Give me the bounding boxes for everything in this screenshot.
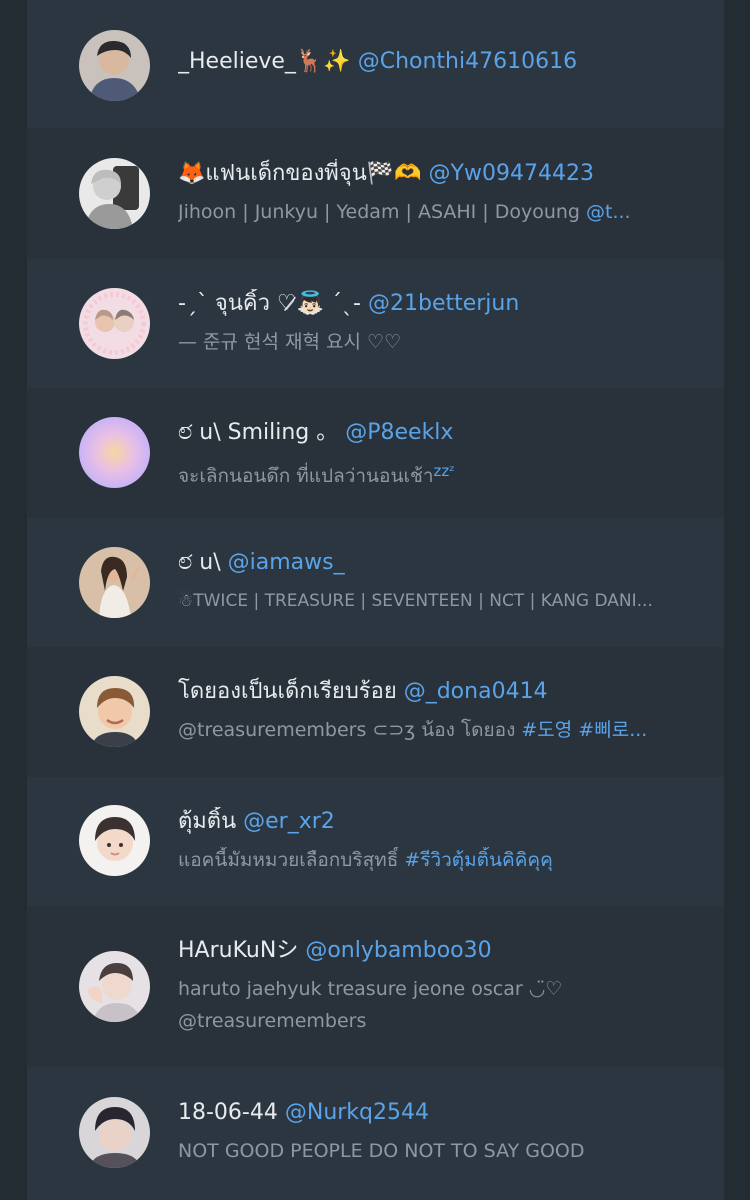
account-text: 18-06-44 @Nurkq2544 NOT GOOD PEOPLE DO N… <box>178 1098 678 1164</box>
account-text: HAruKuNシ @onlybamboo30 haruto jaehyuk tr… <box>178 936 678 1034</box>
bio-text: — 준규 현석 재혁 요시 ♡♡ <box>178 329 678 355</box>
account-row-8[interactable]: HAruKuNシ @onlybamboo30 haruto jaehyuk tr… <box>27 906 724 1067</box>
account-text: ಲ᷄ u\ Smiling 。 @P8eeklx จะเลิกนอนดึก ที… <box>178 418 678 489</box>
account-text: _Heelieve_🦌✨ @Chonthi47610616 <box>178 47 678 77</box>
account-row-4[interactable]: ಲ᷄ u\ Smiling 。 @P8eeklx จะเลิกนอนดึก ที… <box>27 388 724 518</box>
username-handle[interactable]: @iamaws_ <box>228 550 345 575</box>
bio-body: @treasuremembers ⊂⊃ʒ น้อง โดยอง <box>178 719 522 741</box>
bio-body: แอคนี้มัมหมวยเลือกบริสุทธิ์ <box>178 849 405 871</box>
bio-body: Jihoon | Junkyu | Yedam | ASAHI | Doyoun… <box>178 201 587 223</box>
name-line: 18-06-44 @Nurkq2544 <box>178 1098 678 1128</box>
account-text: โดยองเป็นเด็กเรียบร้อย @_dona0414 @treas… <box>178 677 678 743</box>
display-name: โดยองเป็นเด็กเรียบร้อย <box>178 679 397 704</box>
avatar-profile-photo-girl-posing[interactable] <box>79 547 150 618</box>
bio-text: NOT GOOD PEOPLE DO NOT TO SAY GOOD <box>178 1138 678 1164</box>
account-row-6[interactable]: โดยองเป็นเด็กเรียบร้อย @_dona0414 @treas… <box>27 647 724 777</box>
bio-body: จะเลิกนอนดึก ที่แปลว่านอนเช้า <box>178 465 434 487</box>
account-text: 🦊แฟนเด็กของพี่จุน🏁🫶 @Yw09474423 Jihoon |… <box>178 159 678 225</box>
username-handle[interactable]: @Nurkq2544 <box>285 1100 429 1125</box>
name-line: -ˏˋ จุนคิ้ว ♡̷👼🏻 ˊˎ- @21betterjun <box>178 289 678 319</box>
bio-text-line-2: @treasuremembers <box>178 1008 678 1034</box>
avatar-profile-photo-pink-frame[interactable] <box>79 288 150 359</box>
avatar-gradient-orb-avatar[interactable] <box>79 417 150 488</box>
account-row-7[interactable]: ตุ้มติ้น @er_xr2 แอคนี้มัมหมวยเลือกบริสุ… <box>27 777 724 906</box>
name-line: โดยองเป็นเด็กเรียบร้อย @_dona0414 <box>178 677 678 707</box>
bio-text: ☃TWICE | TREASURE | SEVENTEEN | NCT | KA… <box>178 588 678 614</box>
bio-link[interactable]: @t... <box>586 201 631 223</box>
avatar-profile-photo-mirror-selfie[interactable] <box>79 158 150 229</box>
display-name: ಲ᷄ u\ <box>178 550 221 575</box>
username-handle[interactable]: @Yw09474423 <box>429 161 594 186</box>
avatar-profile-photo-child[interactable] <box>79 805 150 876</box>
bio-text: haruto jaehyuk treasure jeone oscar ◡̈♡ <box>178 976 678 1002</box>
username-handle[interactable]: @_dona0414 <box>404 679 548 704</box>
username-handle[interactable]: @er_xr2 <box>243 809 335 834</box>
bio-body: — 준규 현석 재혁 요시 ♡♡ <box>178 331 402 353</box>
username-handle[interactable]: @P8eeklx <box>345 420 453 445</box>
username-handle[interactable]: @21betterjun <box>368 291 519 316</box>
bio-sleep-emoji: zzᶻ <box>433 462 455 480</box>
display-name: HAruKuNシ <box>178 938 299 963</box>
account-row-2[interactable]: 🦊แฟนเด็กของพี่จุน🏁🫶 @Yw09474423 Jihoon |… <box>27 128 724 259</box>
bio-text: @treasuremembers ⊂⊃ʒ น้อง โดยอง #도영 #삐로.… <box>178 717 678 743</box>
name-line: HAruKuNシ @onlybamboo30 <box>178 936 678 966</box>
bio-text: จะเลิกนอนดึก ที่แปลว่านอนเช้าzzᶻ <box>178 458 678 489</box>
avatar-profile-photo-hand-pose[interactable] <box>79 951 150 1022</box>
bio-text: Jihoon | Junkyu | Yedam | ASAHI | Doyoun… <box>178 199 678 225</box>
name-line: ตุ้มติ้น @er_xr2 <box>178 807 678 837</box>
avatar-profile-photo-dark-hair[interactable] <box>79 30 150 101</box>
bio-text: แอคนี้มัมหมวยเลือกบริสุทธิ์ #รีวิวตุ้มติ… <box>178 847 678 873</box>
username-handle[interactable]: @Chonthi47610616 <box>358 49 577 74</box>
account-text: ตุ้มติ้น @er_xr2 แอคนี้มัมหมวยเลือกบริสุ… <box>178 807 678 873</box>
follower-list-screen: _Heelieve_🦌✨ @Chonthi47610616 🦊แฟนเด็กขอ… <box>0 0 750 1200</box>
account-row-3[interactable]: -ˏˋ จุนคิ้ว ♡̷👼🏻 ˊˎ- @21betterjun — 준규 현… <box>27 259 724 388</box>
display-name: ตุ้มติ้น <box>178 809 237 834</box>
bio-body: ☃TWICE | TREASURE | SEVENTEEN | NCT | KA… <box>178 591 653 611</box>
display-name: 🦊แฟนเด็กของพี่จุน🏁🫶 <box>178 161 422 186</box>
name-line: 🦊แฟนเด็กของพี่จุน🏁🫶 @Yw09474423 <box>178 159 678 189</box>
name-line: _Heelieve_🦌✨ @Chonthi47610616 <box>178 47 678 77</box>
account-row-1[interactable]: _Heelieve_🦌✨ @Chonthi47610616 <box>27 0 724 128</box>
account-text: -ˏˋ จุนคิ้ว ♡̷👼🏻 ˊˎ- @21betterjun — 준규 현… <box>178 289 678 355</box>
name-line: ಲ᷄ u\ @iamaws_ <box>178 548 678 578</box>
bio-body: haruto jaehyuk treasure jeone oscar ◡̈♡ <box>178 978 563 1000</box>
display-name: _Heelieve_🦌✨ <box>178 49 351 74</box>
bio-body: NOT GOOD PEOPLE DO NOT TO SAY GOOD <box>178 1140 585 1162</box>
name-line: ಲ᷄ u\ Smiling 。 @P8eeklx <box>178 418 678 448</box>
avatar-profile-photo-portrait[interactable] <box>79 1097 150 1168</box>
account-row-9[interactable]: 18-06-44 @Nurkq2544 NOT GOOD PEOPLE DO N… <box>27 1067 724 1200</box>
bio-hashtags[interactable]: #도영 #삐로... <box>521 719 647 741</box>
account-row-5[interactable]: ಲ᷄ u\ @iamaws_ ☃TWICE | TREASURE | SEVEN… <box>27 518 724 647</box>
display-name: ಲ᷄ u\ Smiling 。 <box>178 420 339 445</box>
username-handle[interactable]: @onlybamboo30 <box>305 938 491 963</box>
bio-mention: @treasuremembers <box>178 1010 367 1032</box>
display-name: -ˏˋ จุนคิ้ว ♡̷👼🏻 ˊˎ- <box>178 291 361 316</box>
avatar-profile-photo-smiling-boy[interactable] <box>79 676 150 747</box>
bio-hashtag[interactable]: #รีวิวตุ้มติ้นคิคิคุคุ <box>404 849 553 871</box>
account-list: _Heelieve_🦌✨ @Chonthi47610616 🦊แฟนเด็กขอ… <box>27 0 724 1200</box>
display-name: 18-06-44 <box>178 1100 278 1125</box>
account-text: ಲ᷄ u\ @iamaws_ ☃TWICE | TREASURE | SEVEN… <box>178 548 678 614</box>
